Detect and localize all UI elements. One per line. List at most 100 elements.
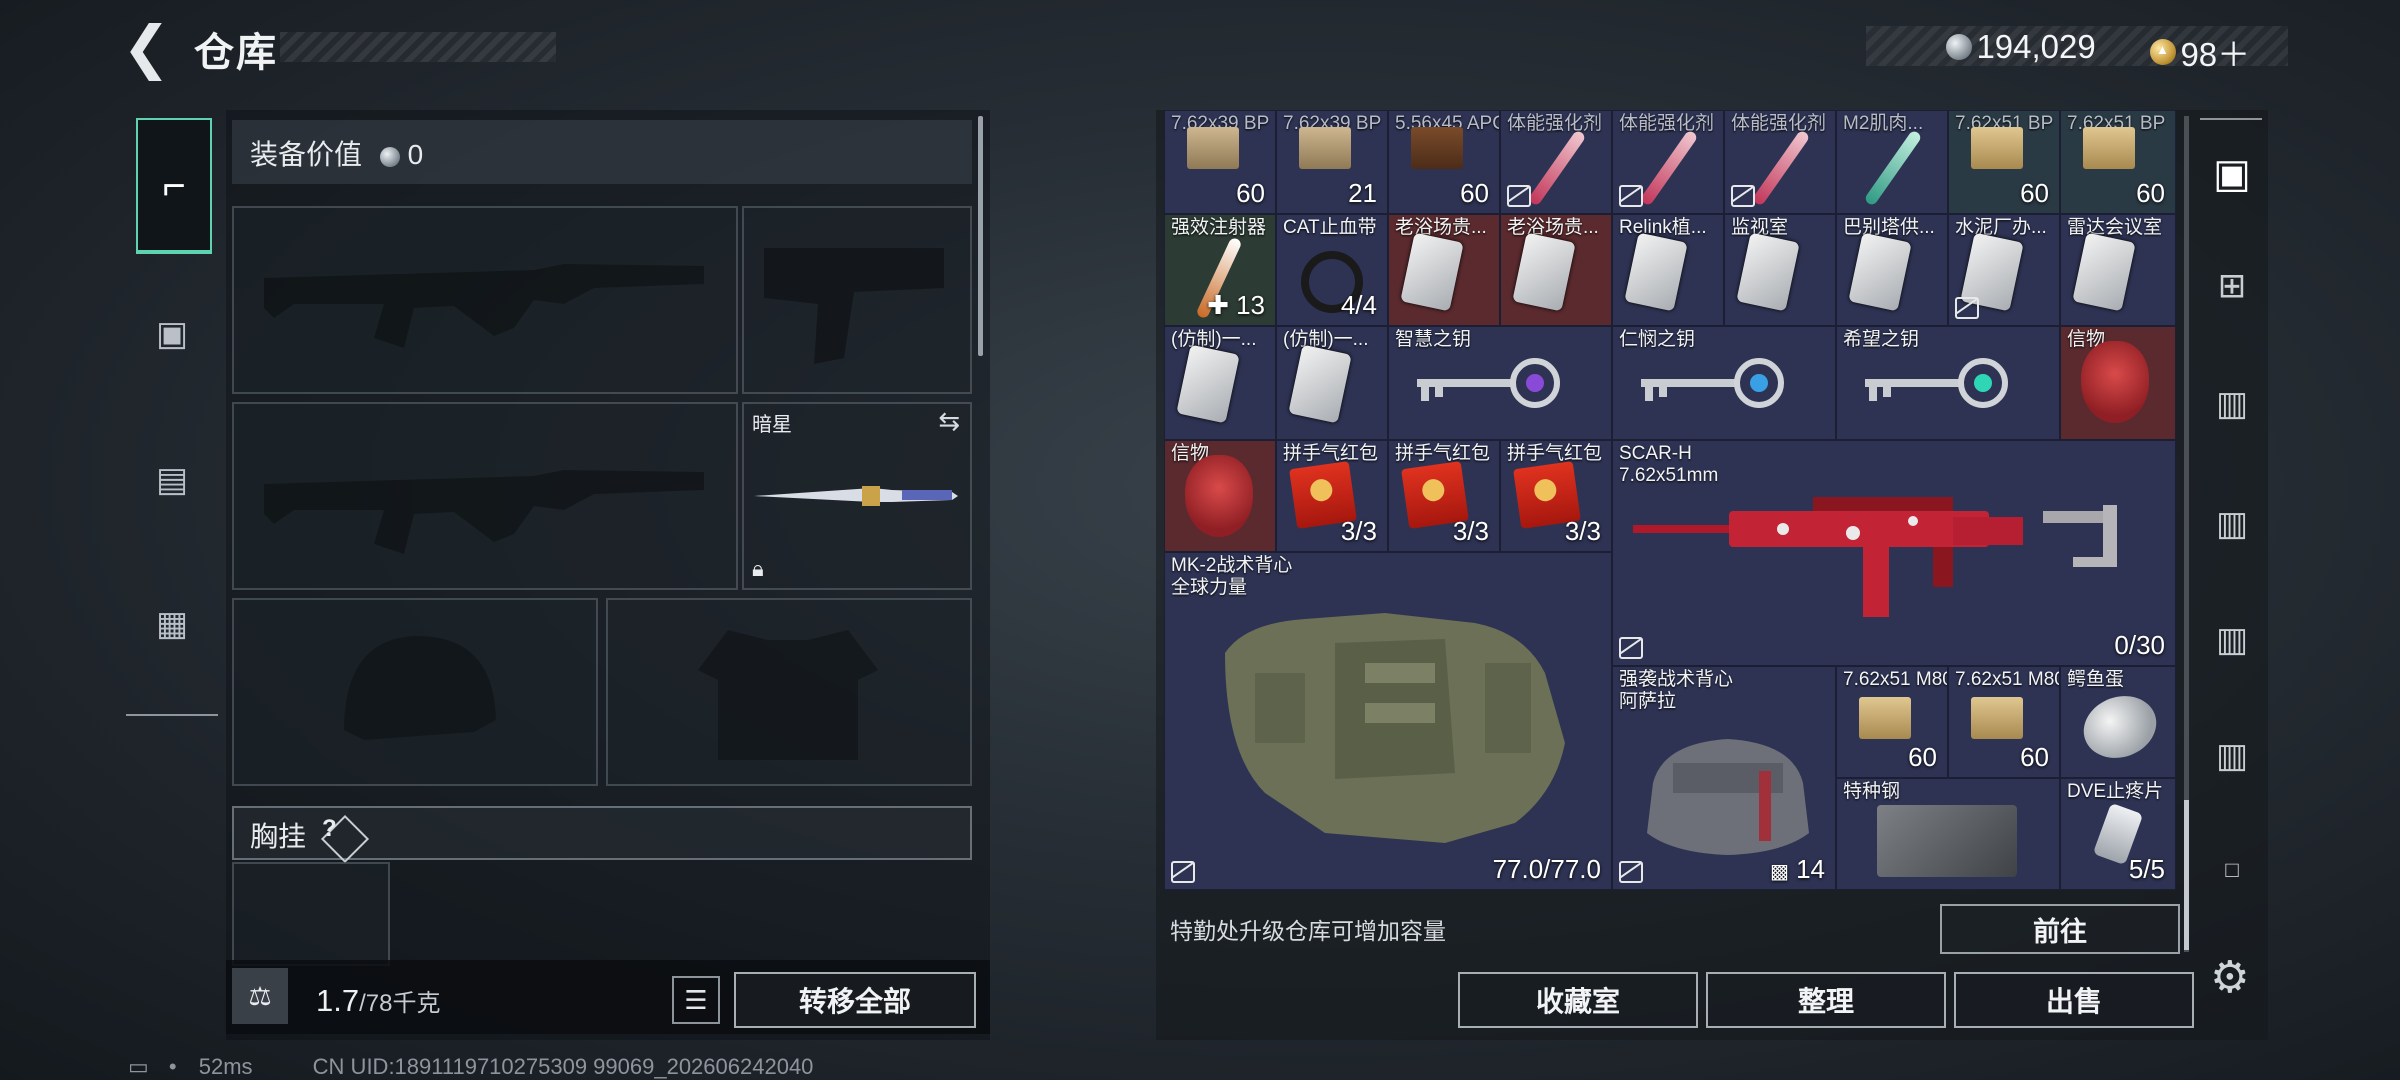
inv-item[interactable]: 7.62x39 BP 60 <box>1164 110 1276 214</box>
ammo-box-icon <box>2083 127 2135 169</box>
item-count: 4/4 <box>1340 290 1377 320</box>
inv-item[interactable]: 巴别塔供... <box>1836 214 1948 326</box>
primary-weapon-slot[interactable] <box>232 206 738 394</box>
sort-button[interactable]: 整理 <box>1706 972 1946 1028</box>
keycard-icon <box>1624 232 1688 312</box>
tab-armor[interactable]: ▣ <box>136 298 208 370</box>
locked-tab-icon[interactable]: □ <box>2202 840 2262 900</box>
divider <box>2200 118 2262 120</box>
equipment-scrollbar[interactable] <box>978 116 983 356</box>
mask-icon <box>2081 341 2149 423</box>
back-arrow-icon[interactable]: ❮ <box>122 19 172 77</box>
storage-tab-5-icon[interactable]: ▥ <box>2202 374 2262 434</box>
inv-item-assault-vest[interactable]: 强袭战术背心 阿萨拉 ▩ 14 <box>1612 666 1836 890</box>
bound-icon <box>1507 185 1531 207</box>
helmet-slot[interactable] <box>232 598 598 786</box>
item-count: 3/3 <box>1564 516 1601 546</box>
storage-main-icon[interactable]: ▣ <box>2202 144 2262 204</box>
storage-tab-3-icon[interactable]: ▥ <box>2202 610 2262 670</box>
transfer-all-button[interactable]: 转移全部 <box>734 972 976 1028</box>
inv-item[interactable]: 监视室 <box>1724 214 1836 326</box>
inventory-scroll-thumb[interactable] <box>2184 800 2189 950</box>
inv-item[interactable]: 体能强化剂 <box>1724 110 1836 214</box>
inv-item[interactable]: CAT止血带 4/4 <box>1276 214 1388 326</box>
syringe-icon <box>1863 129 1923 207</box>
ammo-box-icon <box>1299 127 1351 169</box>
keycard-icon <box>2072 232 2136 312</box>
inv-item[interactable]: 拼手气红包 3/3 <box>1500 440 1612 552</box>
tab-weapons[interactable]: ⌐ <box>136 118 212 254</box>
inv-item-rifle[interactable]: SCAR-H 7.62x51mm 0/30 <box>1612 440 2176 666</box>
inv-item[interactable]: 拼手气红包 3/3 <box>1388 440 1500 552</box>
inv-item[interactable]: 老浴场贵... <box>1388 214 1500 326</box>
inv-item[interactable]: 水泥厂办... <box>1948 214 2060 326</box>
inv-item[interactable]: 仁悯之钥 <box>1612 326 1836 440</box>
inv-item[interactable]: 信物 <box>2060 326 2176 440</box>
inv-item[interactable]: 5.56x45 APC 60 <box>1388 110 1500 214</box>
inv-item[interactable]: (仿制)一... <box>1164 326 1276 440</box>
inv-item[interactable]: 鳄鱼蛋 <box>2060 666 2176 778</box>
bound-icon <box>1619 861 1643 883</box>
inv-item[interactable]: 雷达会议室 <box>2060 214 2176 326</box>
syringe-icon <box>1751 129 1811 207</box>
inv-item[interactable]: (仿制)一... <box>1276 326 1388 440</box>
list-view-button[interactable]: ☰ <box>672 976 720 1024</box>
assault-vest-icon <box>1647 739 1809 855</box>
primary-weapon-slot-2[interactable] <box>232 402 738 590</box>
egg-icon <box>2074 686 2166 768</box>
lock-icon: 🔒︎ <box>752 556 764 581</box>
inv-item[interactable]: 7.62x51 M80 60 <box>1948 666 2060 778</box>
storage-tab-4-icon[interactable]: ▥ <box>2202 494 2262 554</box>
sell-button[interactable]: 出售 <box>1954 972 2194 1028</box>
item-name: 智慧之钥 <box>1395 329 1472 350</box>
tab-backpack[interactable]: ▤ <box>136 444 208 516</box>
inv-item[interactable]: 7.62x39 BP 21 <box>1276 110 1388 214</box>
keycard-icon <box>1848 232 1912 312</box>
inv-item[interactable]: 老浴场贵... <box>1500 214 1612 326</box>
body-armor-slot[interactable] <box>606 598 972 786</box>
item-count-value: 14 <box>1796 854 1825 884</box>
status-bar: ▭ • 52ms CN UID:1891119710275309 99069_2… <box>128 1054 813 1080</box>
item-name: 水泥厂办... <box>1955 217 2047 238</box>
inv-item[interactable]: 7.62x51 BP 60 <box>1948 110 2060 214</box>
silver-currency[interactable]: 194,029 <box>1946 28 2096 66</box>
item-name: (仿制)一... <box>1283 329 1369 350</box>
item-count: 3/3 <box>1340 516 1377 546</box>
item-name: 拼手气红包 <box>1395 443 1491 464</box>
melee-slot[interactable]: 暗星 ⇆ 🔒︎ <box>742 402 972 590</box>
inv-item-vest[interactable]: MK-2战术背心 全球力量 77.0/77.0 <box>1164 552 1612 890</box>
settings-gear-icon[interactable]: ⚙ <box>2210 952 2249 1003</box>
inv-item[interactable]: 7.62x51 BP 60 <box>2060 110 2176 214</box>
storage-tab-2-icon[interactable]: ▥ <box>2202 726 2262 786</box>
inv-item[interactable]: 强效注射器 ✚ 13 <box>1164 214 1276 326</box>
inv-item[interactable]: 体能强化剂 <box>1612 110 1724 214</box>
uid: CN UID:1891119710275309 99069_2026062420… <box>312 1054 814 1079</box>
secondary-weapon-slot[interactable] <box>742 206 972 394</box>
inv-item[interactable]: Relink植... <box>1612 214 1724 326</box>
toolbox-icon: ▦ <box>155 605 189 643</box>
item-name: 7.62x51 M80 <box>1955 669 2060 690</box>
expand-storage-icon[interactable]: ⊞ <box>2202 256 2262 316</box>
inv-item[interactable]: 信物 <box>1164 440 1276 552</box>
inv-item[interactable]: 拼手气红包 3/3 <box>1276 440 1388 552</box>
swap-icon[interactable]: ⇆ <box>938 406 960 437</box>
inv-item[interactable]: 体能强化剂 <box>1500 110 1612 214</box>
inv-item[interactable]: 特种钢 <box>1836 778 2060 890</box>
gold-currency[interactable]: 98＋ <box>2150 28 2250 76</box>
item-name: MK-2战术背心 <box>1171 555 1293 576</box>
melee-name: 暗星 <box>752 414 792 436</box>
item-count: 60 <box>2020 742 2049 772</box>
pistol-icon: ⌐ <box>162 163 186 208</box>
inv-item[interactable]: DVE止疼片 5/5 <box>2060 778 2176 890</box>
inv-item[interactable]: M2肌肉... <box>1836 110 1948 214</box>
help-mark[interactable]: ? <box>322 815 337 843</box>
collection-room-button[interactable]: 收藏室 <box>1458 972 1698 1028</box>
inv-item[interactable]: 7.62x51 M80 60 <box>1836 666 1948 778</box>
item-name: 7.62x51 M80 <box>1843 669 1948 690</box>
chest-rig-slot[interactable] <box>232 862 390 966</box>
inv-item[interactable]: 希望之钥 <box>1836 326 2060 440</box>
goto-button[interactable]: 前往 <box>1940 904 2180 954</box>
tab-toolbox[interactable]: ▦ <box>136 588 208 660</box>
inv-item[interactable]: 智慧之钥 <box>1388 326 1612 440</box>
item-count: 3/3 <box>1452 516 1489 546</box>
